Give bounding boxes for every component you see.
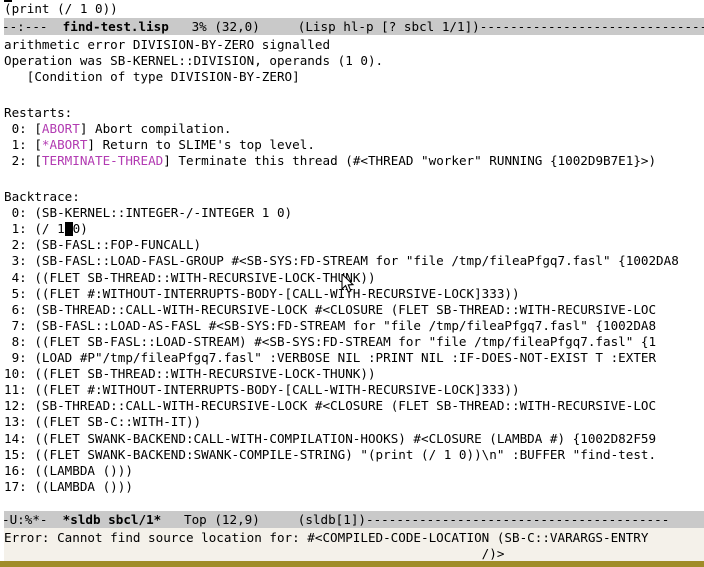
sldb-frame-index: 3: [4, 253, 27, 269]
sldb-frame-index: 0: [4, 205, 27, 221]
sldb-backtrace-frame[interactable]: 11: ((FLET #:WITHOUT-INTERRUPTS-BODY-[CA… [4, 382, 704, 398]
source-buffer-window[interactable]: (print (/ 1 0)) [0, 0, 704, 18]
sldb-modeline-major-mode[interactable]: (sldb[1]) [298, 512, 366, 527]
sldb-frame-index: 2: [4, 237, 27, 253]
sldb-backtrace-frame[interactable]: 9: (LOAD #P"/tmp/fileaPfgq7.fasl" :VERBO… [4, 350, 704, 366]
sldb-frame-text[interactable]: (SB-THREAD::CALL-WITH-RECURSIVE-LOCK #<C… [27, 398, 656, 413]
sldb-backtrace-frame[interactable]: 2: (SB-FASL::FOP-FUNCALL) [4, 237, 704, 253]
sldb-backtrace-frame[interactable]: 0: (SB-KERNEL::INTEGER-/-INTEGER 1 0) [4, 205, 704, 221]
sldb-backtrace-frame[interactable]: 3: (SB-FASL::LOAD-FASL-GROUP #<SB-SYS:FD… [4, 253, 704, 269]
sldb-frame-text[interactable]: (SB-FASL::LOAD-AS-FASL #<SB-SYS:FD-STREA… [27, 318, 656, 333]
sldb-condition-line-1: arithmetic error DIVISION-BY-ZERO signal… [4, 37, 331, 52]
echo-message-tail: /)> [481, 546, 505, 561]
source-code-line[interactable]: (print (/ 1 0)) [4, 1, 118, 17]
sldb-frame-index: 7: [4, 317, 27, 333]
sldb-restart-description: Abort compilation. [87, 121, 232, 137]
source-modeline-position: (32,0) [214, 19, 260, 34]
source-modeline-percent: 3% [191, 19, 207, 34]
sldb-restart-index: 1: [4, 137, 27, 153]
sldb-backtrace-frame[interactable]: 8: ((FLET SB-FASL::LOAD-STREAM) #<SB-SYS… [4, 334, 704, 350]
sldb-frame-text[interactable]: ((LAMBDA ())) [27, 479, 133, 494]
sldb-backtrace-frame[interactable]: 15: ((FLET SWANK-BACKEND:SWANK-COMPILE-S… [4, 447, 704, 463]
sldb-backtrace-header: Backtrace: [4, 189, 80, 204]
sldb-restarts-header: Restarts: [4, 105, 73, 120]
sldb-restart-name[interactable]: *ABORT [42, 137, 88, 152]
sldb-frame-text[interactable]: ((FLET SWANK-BACKEND:CALL-WITH-COMPILATI… [27, 431, 656, 446]
sldb-frame-index: 5: [4, 285, 27, 301]
sldb-modeline-position: (12,9) [214, 512, 260, 527]
sldb-backtrace-frame[interactable]: 17: ((LAMBDA ())) [4, 479, 704, 495]
sldb-backtrace-frame[interactable]: 6: (SB-THREAD::CALL-WITH-RECURSIVE-LOCK … [4, 302, 704, 318]
sldb-frame-text-after-cursor[interactable]: 0) [73, 221, 88, 236]
sldb-restart-row[interactable]: 0: [ABORT] Abort compilation. [4, 121, 704, 137]
sldb-frame-index: 14: [4, 430, 27, 446]
emacs-frame: (print (/ 1 0)) --:--- find-test.lisp 3%… [0, 0, 704, 567]
sldb-condition-line-2: Operation was SB-KERNEL::DIVISION, opera… [4, 53, 384, 69]
sldb-frame-index: 4: [4, 269, 27, 285]
sldb-frame-index: 13: [4, 414, 27, 430]
sldb-condition-line-3: [Condition of type DIVISION-BY-ZERO] [4, 69, 300, 85]
cursor-block-icon [64, 222, 73, 237]
sldb-backtrace-frame-current[interactable]: 1: (/ 1 0) [4, 221, 704, 237]
source-modeline-flags: --:--- [2, 19, 48, 34]
sldb-buffer-window[interactable]: arithmetic error DIVISION-BY-ZERO signal… [0, 36, 704, 511]
sldb-frame-index: 12: [4, 398, 27, 414]
sldb-frame-text[interactable]: ((FLET SB-THREAD::WITH-RECURSIVE-LOCK-TH… [27, 270, 375, 285]
sldb-frame-text[interactable]: ((FLET SB-THREAD::WITH-RECURSIVE-LOCK-TH… [27, 366, 375, 381]
sldb-frame-index: 6: [4, 301, 27, 317]
sldb-backtrace-frame[interactable]: 10: ((FLET SB-THREAD::WITH-RECURSIVE-LOC… [4, 366, 704, 382]
sldb-frame-index: 10: [4, 366, 27, 382]
sldb-frame-index: 17: [4, 478, 27, 494]
sldb-modeline-percent: Top [184, 512, 207, 527]
sldb-frame-index: 16: [4, 462, 27, 478]
sldb-backtrace-frame[interactable]: 13: ((FLET SB-C::WITH-IT)) [4, 414, 704, 430]
sldb-frame-text[interactable]: (SB-FASL::LOAD-FASL-GROUP #<SB-SYS:FD-ST… [27, 253, 678, 268]
source-modeline-filler: ---------------------------------------- [479, 19, 704, 34]
sldb-frame-text[interactable]: (SB-FASL::FOP-FUNCALL) [27, 237, 201, 252]
sldb-frame-text[interactable]: ((FLET SB-FASL::LOAD-STREAM) #<SB-SYS:FD… [27, 334, 656, 349]
sldb-frame-text[interactable]: ((LAMBDA ())) [27, 463, 133, 478]
echo-area[interactable]: Error: Cannot find source location for: … [0, 528, 704, 564]
sldb-frame-text[interactable]: ((FLET SB-C::WITH-IT)) [27, 414, 201, 429]
source-modeline-major-mode[interactable]: (Lisp hl-p [? sbcl 1/1]) [298, 19, 480, 34]
sldb-frame-index: 15: [4, 446, 27, 462]
echo-message-indent [4, 546, 482, 561]
frame-left-margin [0, 0, 4, 564]
sldb-restart-description: Return to SLIME's top level. [95, 137, 315, 153]
sldb-restart-name[interactable]: TERMINATE-THREAD [42, 153, 163, 168]
frame-bottom-border [0, 561, 704, 564]
sldb-modeline-buffer-name[interactable]: *sldb sbcl/1* [63, 512, 162, 527]
sldb-backtrace-frame[interactable]: 14: ((FLET SWANK-BACKEND:CALL-WITH-COMPI… [4, 431, 704, 447]
sldb-modeline-flags: -U:%*- [2, 512, 48, 527]
echo-message-line-1: Error: Cannot find source location for: … [4, 530, 649, 545]
sldb-frame-index: 8: [4, 333, 27, 349]
sldb-restart-index: 2: [4, 153, 27, 169]
sldb-frame-text[interactable]: ((FLET #:WITHOUT-INTERRUPTS-BODY-[CALL-W… [27, 382, 519, 397]
sldb-backtrace-frame[interactable]: 5: ((FLET #:WITHOUT-INTERRUPTS-BODY-[CAL… [4, 286, 704, 302]
sldb-restart-row[interactable]: 2: [TERMINATE-THREAD] Terminate this thr… [4, 153, 704, 169]
sldb-backtrace-frame[interactable]: 12: (SB-THREAD::CALL-WITH-RECURSIVE-LOCK… [4, 398, 704, 414]
sldb-frame-index: 1: [4, 221, 27, 237]
sldb-frame-text[interactable]: ((FLET SWANK-BACKEND:SWANK-COMPILE-STRIN… [27, 447, 656, 462]
sldb-restart-name[interactable]: ABORT [42, 121, 80, 136]
sldb-frame-text[interactable]: (SB-THREAD::CALL-WITH-RECURSIVE-LOCK #<C… [27, 302, 656, 317]
source-modeline[interactable]: --:--- find-test.lisp 3% (32,0) (Lisp hl… [0, 18, 704, 35]
sldb-restart-description: Terminate this thread (#<THREAD "worker"… [170, 153, 657, 169]
sldb-restart-index: 0: [4, 121, 27, 137]
sldb-frame-text[interactable]: (LOAD #P"/tmp/fileaPfgq7.fasl" :VERBOSE … [27, 350, 656, 365]
sldb-frame-text[interactable]: (SB-KERNEL::INTEGER-/-INTEGER 1 0) [27, 205, 292, 220]
sldb-backtrace-frame[interactable]: 16: ((LAMBDA ())) [4, 463, 704, 479]
sldb-backtrace-frame[interactable]: 7: (SB-FASL::LOAD-AS-FASL #<SB-SYS:FD-ST… [4, 318, 704, 334]
sldb-frame-text[interactable]: ((FLET #:WITHOUT-INTERRUPTS-BODY-[CALL-W… [27, 286, 519, 301]
sldb-frame-index: 11: [4, 382, 27, 398]
sldb-modeline-filler: ---------------------------------------- [366, 512, 670, 527]
sldb-modeline[interactable]: -U:%*- *sldb sbcl/1* Top (12,9) (sldb[1]… [0, 511, 704, 528]
source-modeline-buffer-name[interactable]: find-test.lisp [63, 19, 169, 34]
sldb-backtrace-frame[interactable]: 4: ((FLET SB-THREAD::WITH-RECURSIVE-LOCK… [4, 270, 704, 286]
sldb-restart-row[interactable]: 1: [*ABORT] Return to SLIME's top level. [4, 137, 704, 153]
echo-message-line-2: /)> [4, 546, 505, 562]
sldb-frame-text-before-cursor[interactable]: (/ 1 [27, 221, 64, 236]
sldb-frame-index: 9: [4, 350, 27, 365]
